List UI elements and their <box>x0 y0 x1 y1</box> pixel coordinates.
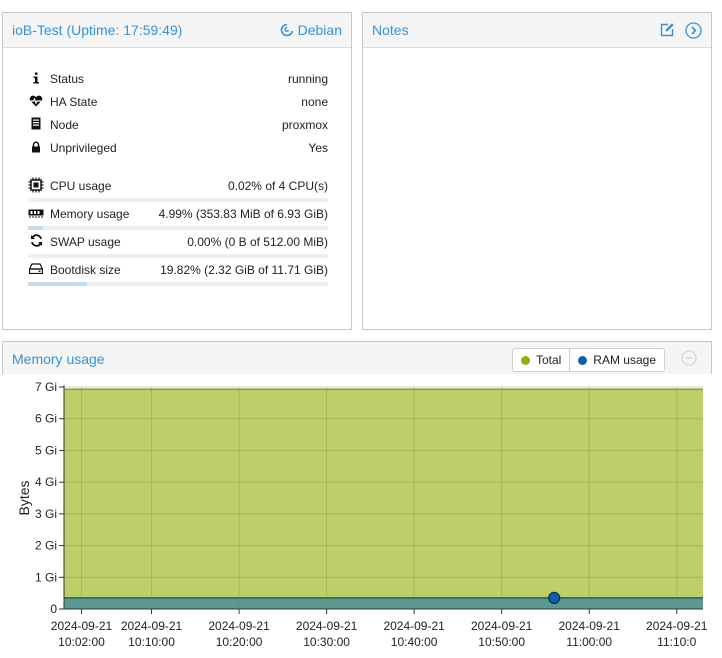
memory-usage-row: Memory usage 4.99% (353.83 MiB of 6.93 G… <box>28 204 328 224</box>
memory-icon <box>28 207 44 221</box>
lock-icon <box>28 141 44 156</box>
disk-icon <box>28 263 44 277</box>
edit-notes-button[interactable] <box>659 22 675 38</box>
unprivileged-row: Unprivileged Yes <box>28 138 328 158</box>
notes-panel-header: Notes <box>363 13 711 48</box>
y-axis-label: Bytes <box>16 480 32 515</box>
cpu-usage-bar <box>28 198 328 202</box>
y-tick-label: 3 Gi <box>35 507 57 521</box>
status-panel-header: ioB-Test (Uptime: 17:59:49) Debian <box>3 13 351 48</box>
cpu-usage-label: CPU usage <box>50 179 112 193</box>
unprivileged-label: Unprivileged <box>50 141 117 155</box>
x-tick-time-label: 10:50:00 <box>478 635 525 649</box>
bootdisk-size-bar <box>28 282 328 286</box>
ha-state-label: HA State <box>50 95 98 109</box>
heartbeat-icon <box>28 95 44 110</box>
y-tick-label: 5 Gi <box>35 443 57 457</box>
y-tick-label: 2 Gi <box>35 539 57 553</box>
info-icon <box>28 72 44 87</box>
bootdisk-size-bar-fill <box>28 282 88 286</box>
y-tick-label: 6 Gi <box>35 412 57 426</box>
x-tick-time-label: 10:02:00 <box>58 635 105 649</box>
swap-usage-bar <box>28 254 328 258</box>
x-tick-date-label: 2024-09-21 <box>383 619 445 633</box>
node-label: Node <box>50 118 79 132</box>
memory-usage-value: 4.99% (353.83 MiB of 6.93 GiB) <box>158 207 328 221</box>
minus-circle-icon <box>681 350 697 366</box>
collapse-panel-button[interactable] <box>681 350 697 366</box>
x-tick-date-label: 2024-09-21 <box>121 619 183 633</box>
server-icon <box>28 117 44 133</box>
ha-state-value: none <box>301 95 328 109</box>
chevron-right-circle-icon <box>685 21 702 39</box>
edit-icon <box>660 23 674 37</box>
legend-swatch-ram-usage <box>578 355 588 365</box>
x-tick-time-label: 11:00:00 <box>566 635 612 649</box>
cpu-usage-row: CPU usage 0.02% of 4 CPU(s) <box>28 176 328 196</box>
node-row: Node proxmox <box>28 115 328 135</box>
memory-usage-bar <box>28 226 328 230</box>
node-value: proxmox <box>281 118 328 132</box>
legend-item-ram-usage[interactable]: RAM usage <box>569 349 664 371</box>
debian-icon <box>280 23 293 37</box>
area-total <box>64 389 703 609</box>
x-tick-date-label: 2024-09-21 <box>296 619 358 633</box>
memory-usage-panel-title: Memory usage <box>12 351 105 367</box>
os-label: Debian <box>297 22 342 38</box>
x-tick-date-label: 2024-09-21 <box>646 619 708 633</box>
ram-usage-highlight-point <box>548 591 561 604</box>
status-value: running <box>287 72 328 86</box>
status-panel-title: ioB-Test (Uptime: 17:59:49) <box>12 22 183 38</box>
x-tick-time-label: 10:20:00 <box>216 635 263 649</box>
notes-panel-title: Notes <box>372 22 409 38</box>
chart-areas <box>64 386 703 610</box>
swap-usage-label: SWAP usage <box>50 235 121 249</box>
legend-item-total[interactable]: Total <box>513 349 569 371</box>
y-tick-label: 0 <box>50 602 57 616</box>
status-panel: ioB-Test (Uptime: 17:59:49) Debian Statu… <box>2 12 352 330</box>
x-tick-time-label: 10:40:00 <box>391 635 438 649</box>
legend-label-total: Total <box>535 353 562 367</box>
swap-usage-row: SWAP usage 0.00% (0 B of 512.00 MiB) <box>28 232 328 252</box>
os-link[interactable]: Debian <box>280 22 342 38</box>
x-tick-time-label: 10:30:00 <box>303 635 350 649</box>
x-tick-time-label: 11:10:0 <box>657 635 696 649</box>
y-tick-label: 7 Gi <box>35 380 57 394</box>
y-tick-label: 4 Gi <box>35 475 57 489</box>
status-label: Status <box>50 72 85 86</box>
memory-usage-label: Memory usage <box>50 207 130 221</box>
notes-panel: Notes <box>362 12 712 330</box>
cpu-icon <box>28 177 44 196</box>
x-tick-date-label: 2024-09-21 <box>51 619 113 633</box>
x-tick-date-label: 2024-09-21 <box>471 619 533 633</box>
bootdisk-size-row: Bootdisk size 19.82% (2.32 GiB of 11.71 … <box>28 260 328 280</box>
y-tick-label: 1 Gi <box>35 570 57 584</box>
x-tick-date-label: 2024-09-21 <box>208 619 270 633</box>
status-row: Status running <box>28 69 328 89</box>
x-tick-date-label: 2024-09-21 <box>559 619 621 633</box>
swap-icon <box>28 234 44 250</box>
bootdisk-size-value: 19.82% (2.32 GiB of 11.71 GiB) <box>160 263 328 277</box>
unprivileged-value: Yes <box>308 141 328 155</box>
cpu-usage-value: 0.02% of 4 CPU(s) <box>227 179 328 193</box>
ha-state-row: HA State none <box>28 92 328 112</box>
expand-notes-button[interactable] <box>685 21 702 39</box>
x-tick-time-label: 10:10:00 <box>128 635 175 649</box>
swap-usage-value: 0.00% (0 B of 512.00 MiB) <box>187 235 328 249</box>
bootdisk-size-label: Bootdisk size <box>50 263 121 277</box>
memory-usage-chart: 0 1 Gi 2 Gi 3 Gi 4 Gi 5 Gi 6 Gi 7 Gi 2024-09-21… <box>0 374 722 658</box>
memory-usage-bar-fill <box>28 226 43 230</box>
legend-label-ram-usage: RAM usage <box>593 353 656 367</box>
area-ram-usage <box>64 597 703 609</box>
legend-swatch-total <box>520 355 530 365</box>
chart-legend: Total RAM usage <box>511 348 665 372</box>
